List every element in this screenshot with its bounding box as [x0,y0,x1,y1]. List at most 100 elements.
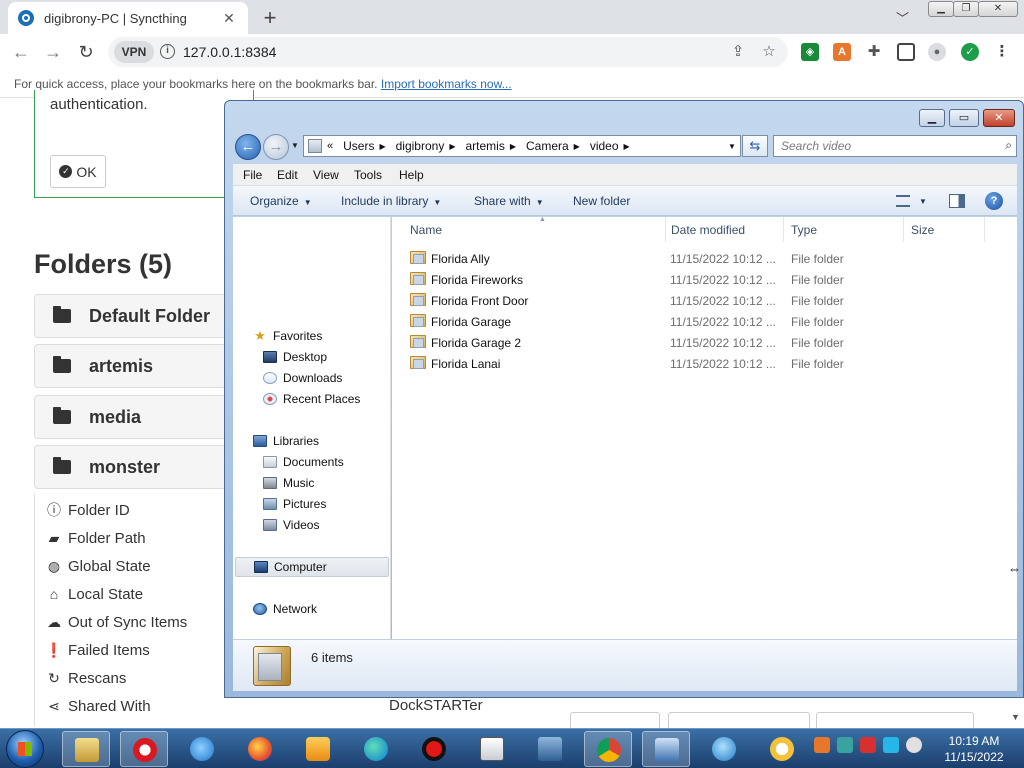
side-panel-icon[interactable] [897,43,915,61]
taskbar-recorder[interactable] [410,731,458,767]
address-chevron-icon[interactable]: ▶ [624,142,630,151]
reload-icon[interactable]: ↻ [75,41,97,63]
security-check-icon[interactable]: ✓ [961,43,979,61]
explorer-maximize-button[interactable]: ▭ [949,109,979,127]
nav-computer[interactable]: Computer [235,557,389,577]
start-button[interactable] [6,730,44,768]
share-icon[interactable]: ⇪ [728,42,748,62]
import-bookmarks-link[interactable]: Import bookmarks now... [381,77,512,91]
address-segment-camera[interactable]: Camera ▶ [521,139,585,153]
menu-file[interactable]: File [243,168,262,182]
address-chevron-icon[interactable]: ▶ [449,142,455,151]
browser-minimize-button[interactable]: ▁ [928,1,954,17]
browser-close-button[interactable]: ✕ [978,1,1018,17]
menu-edit[interactable]: Edit [277,168,298,182]
tab-search-chevron-icon[interactable]: ﹀ [896,8,909,27]
address-history-dropdown-icon[interactable]: ▼ [728,142,736,151]
address-chevron-icon[interactable]: ▶ [574,142,580,151]
taskbar-media-player[interactable] [294,731,342,767]
taskbar-edge[interactable] [352,731,400,767]
preview-pane-icon[interactable] [949,194,965,208]
ok-button[interactable]: ✓ OK [50,155,106,188]
nav-recent-places[interactable]: Recent Places [263,390,360,408]
organize-button[interactable]: Organize ▼ [250,194,312,208]
address-segment-digibrony[interactable]: digibrony ▶ [391,139,461,153]
taskbar-vpn-app[interactable] [758,731,806,767]
address-segment-video[interactable]: video ▶ [585,139,635,153]
explorer-forward-icon[interactable]: → [263,134,289,160]
help-icon[interactable]: ? [985,192,1003,210]
address-overflow-icon[interactable]: « [322,140,338,152]
column-header-type[interactable]: Type [783,217,904,242]
taskbar-chrome[interactable] [584,731,632,767]
browser-tab-syncthing[interactable]: digibrony-PC | Syncthing ✕ [8,2,248,34]
nav-favorites[interactable]: ★ Favorites [253,327,322,345]
nav-downloads[interactable]: Downloads [263,369,342,387]
page-scroll-down-icon[interactable]: ▼ [1011,712,1020,722]
menu-view[interactable]: View [313,168,339,182]
nav-documents[interactable]: Documents [263,453,344,471]
explorer-back-icon[interactable]: ← [235,134,261,160]
profile-avatar-icon[interactable]: ● [928,43,946,61]
file-row[interactable]: Florida Garage 2 11/15/2022 10:12 ... Fi… [392,332,1017,353]
address-bar[interactable]: VPN i 127.0.0.1:8384 ⇪ ☆ [108,37,788,67]
folder-panel-default[interactable]: Default Folder [34,294,234,338]
taskbar-virtualbox[interactable] [526,731,574,767]
chrome-menu-icon[interactable]: ⋮ [993,43,1011,61]
file-row[interactable]: Florida Front Door 11/15/2022 10:12 ... … [392,290,1017,311]
file-row[interactable]: Florida Ally 11/15/2022 10:12 ... File f… [392,248,1017,269]
column-header-date-modified[interactable]: Date modified [663,217,784,242]
folder-panel-artemis[interactable]: artemis [34,344,234,388]
taskbar-internet-explorer[interactable] [178,731,226,767]
forward-arrow-icon[interactable]: → [42,41,64,63]
menu-help[interactable]: Help [399,168,424,182]
nav-music[interactable]: Music [263,474,314,492]
explorer-address-bar[interactable]: « Users ▶ digibrony ▶ artemis ▶ Camera ▶ vid… [303,135,741,157]
menu-tools[interactable]: Tools [354,168,382,182]
taskbar-firefox[interactable] [236,731,284,767]
nav-libraries[interactable]: Libraries [253,432,319,450]
explorer-minimize-button[interactable]: ▁ [919,109,945,127]
include-in-library-button[interactable]: Include in library ▼ [341,194,441,208]
taskbar-network-app[interactable] [700,731,748,767]
nav-pictures[interactable]: Pictures [263,495,326,513]
tray-volume-icon[interactable] [906,737,922,753]
explorer-search-input[interactable]: Search video ⌕ [773,135,1017,157]
address-segment-artemis[interactable]: artemis ▶ [460,139,521,153]
tab-close-icon[interactable]: ✕ [220,10,238,27]
address-chevron-icon[interactable]: ▶ [510,142,516,151]
url-text[interactable]: 127.0.0.1:8384 [183,44,276,60]
nav-videos[interactable]: Videos [263,516,319,534]
nav-network[interactable]: Network [253,600,317,618]
taskbar-explorer[interactable] [62,731,110,767]
taskbar-clock[interactable]: 10:19 AM 11/15/2022 [940,733,1008,765]
file-row[interactable]: Florida Fireworks 11/15/2022 10:12 ... F… [392,269,1017,290]
tray-monitor-icon[interactable] [883,737,899,753]
taskbar-calendar[interactable] [468,731,516,767]
taskbar-remote-desktop[interactable] [642,731,690,767]
extensions-puzzle-icon[interactable]: ✚ [865,43,883,61]
avast-extension-icon[interactable]: A [833,43,851,61]
shield-extension-icon[interactable]: ◈ [801,43,819,61]
folder-panel-monster[interactable]: monster [34,445,234,489]
bookmark-star-icon[interactable]: ☆ [759,42,779,62]
tray-flag-icon[interactable] [860,737,876,753]
explorer-refresh-icon[interactable]: ⇆ [742,135,768,157]
new-folder-button[interactable]: New folder [573,194,630,208]
view-options-dropdown-icon[interactable]: ▼ [919,197,927,206]
share-with-button[interactable]: Share with ▼ [474,194,544,208]
vpn-badge[interactable]: VPN [114,41,154,63]
back-arrow-icon[interactable]: ← [10,41,32,63]
browser-restore-button[interactable]: ❐ [953,1,979,17]
column-header-name[interactable]: Name ▲ [402,216,666,242]
tray-eye-icon[interactable] [837,737,853,753]
folder-panel-media[interactable]: media [34,395,234,439]
address-segment-users[interactable]: Users ▶ [338,139,391,153]
new-tab-button[interactable]: + [258,5,282,31]
taskbar-opera[interactable] [120,731,168,767]
search-icon[interactable]: ⌕ [1005,138,1012,153]
explorer-close-button[interactable]: ✕ [983,109,1015,127]
column-header-size[interactable]: Size [903,217,985,242]
tray-avast-icon[interactable] [814,737,830,753]
file-row[interactable]: Florida Garage 11/15/2022 10:12 ... File… [392,311,1017,332]
